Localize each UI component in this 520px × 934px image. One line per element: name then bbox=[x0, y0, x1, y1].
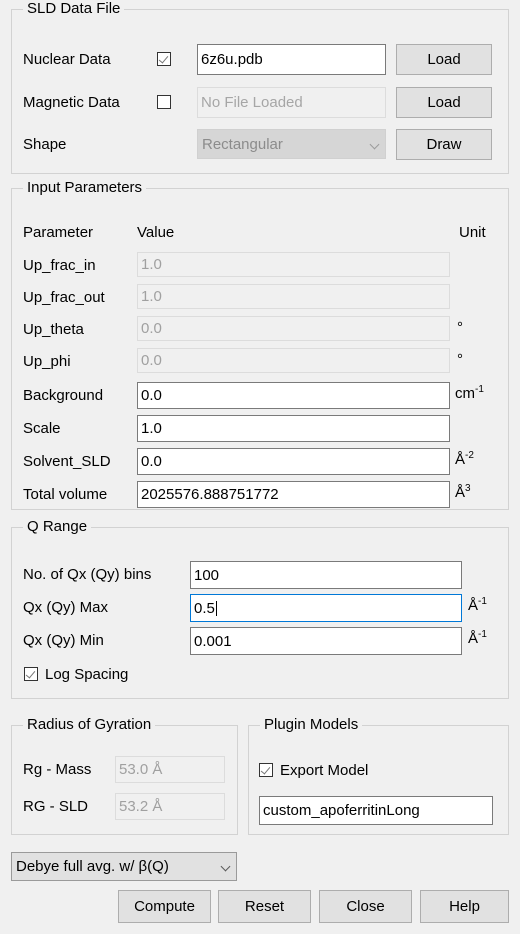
nuclear-data-value: 6z6u.pdb bbox=[201, 51, 263, 68]
param-value-background: 0.0 bbox=[141, 387, 162, 404]
param-value-up-frac-in: 1.0 bbox=[141, 256, 162, 273]
qx-max-unit: Å-1 bbox=[468, 596, 487, 615]
qx-max-input[interactable]: 0.5 bbox=[190, 594, 462, 622]
shape-label: Shape bbox=[23, 136, 67, 153]
param-input-up-theta[interactable]: 0.0 bbox=[137, 316, 450, 341]
help-button[interactable]: Help bbox=[420, 890, 509, 923]
q-range-title: Q Range bbox=[23, 518, 92, 536]
qx-max-value: 0.5 bbox=[194, 599, 215, 617]
param-label-up-frac-out: Up_frac_out bbox=[23, 289, 105, 306]
plugin-model-name-input[interactable]: custom_apoferritinLong bbox=[259, 796, 493, 825]
param-label-solvent-sld: Solvent_SLD bbox=[23, 453, 111, 470]
param-value-up-theta: 0.0 bbox=[141, 320, 162, 337]
radius-of-gyration-title: Radius of Gyration bbox=[23, 716, 156, 734]
plugin-models-title: Plugin Models bbox=[260, 716, 363, 734]
param-label-total-volume: Total volume bbox=[23, 486, 108, 503]
reset-button[interactable]: Reset bbox=[218, 890, 311, 923]
qx-min-unit: Å-1 bbox=[468, 629, 487, 648]
param-label-up-frac-in: Up_frac_in bbox=[23, 257, 96, 274]
param-unit-up-phi: ° bbox=[457, 351, 463, 368]
chevron-down-icon bbox=[370, 139, 381, 150]
param-input-up-frac-in[interactable]: 1.0 bbox=[137, 252, 450, 277]
sld-data-file-title: SLD Data File bbox=[23, 0, 125, 18]
param-label-background: Background bbox=[23, 387, 104, 404]
log-spacing-label: Log Spacing bbox=[45, 666, 129, 683]
qx-min-label: Qx (Qy) Min bbox=[23, 632, 104, 649]
qx-bins-value: 100 bbox=[194, 566, 220, 584]
column-header-parameter: Parameter bbox=[23, 224, 94, 241]
text-caret bbox=[215, 600, 217, 616]
qx-bins-input[interactable]: 100 bbox=[190, 561, 462, 589]
rg-sld-label: RG - SLD bbox=[23, 798, 89, 815]
magnetic-data-load-button[interactable]: Load bbox=[396, 87, 492, 118]
shape-dropdown[interactable]: Rectangular bbox=[197, 129, 386, 159]
param-value-solvent-sld: 0.0 bbox=[141, 453, 162, 470]
param-value-scale: 1.0 bbox=[141, 420, 162, 437]
magnetic-data-placeholder: No File Loaded bbox=[201, 94, 303, 111]
rg-mass-label: Rg - Mass bbox=[23, 761, 92, 778]
log-spacing-checkbox[interactable] bbox=[24, 667, 38, 681]
input-parameters-title: Input Parameters bbox=[23, 179, 147, 197]
qx-min-input[interactable]: 0.001 bbox=[190, 627, 462, 655]
param-label-scale: Scale bbox=[23, 420, 61, 437]
export-model-checkbox[interactable] bbox=[259, 763, 273, 777]
param-input-background[interactable]: 0.0 bbox=[137, 382, 450, 409]
qx-min-value: 0.001 bbox=[194, 632, 232, 650]
qx-max-label: Qx (Qy) Max bbox=[23, 599, 108, 616]
rg-sld-value: 53.2 Å bbox=[119, 798, 163, 815]
param-unit-solvent-sld: Å-2 bbox=[455, 450, 474, 469]
param-value-up-phi: 0.0 bbox=[141, 352, 162, 369]
nuclear-data-checkbox[interactable] bbox=[157, 52, 171, 66]
close-button[interactable]: Close bbox=[319, 890, 412, 923]
averaging-method-dropdown[interactable]: Debye full avg. w/ β(Q) bbox=[11, 852, 237, 881]
nuclear-data-label: Nuclear Data bbox=[23, 51, 111, 68]
nuclear-data-input[interactable]: 6z6u.pdb bbox=[197, 44, 386, 75]
qx-bins-label: No. of Qx (Qy) bins bbox=[23, 566, 152, 583]
rg-mass-input: 53.0 Å bbox=[115, 756, 225, 783]
param-input-solvent-sld[interactable]: 0.0 bbox=[137, 448, 450, 475]
param-label-up-phi: Up_phi bbox=[23, 353, 71, 370]
param-label-up-theta: Up_theta bbox=[23, 321, 84, 338]
param-unit-up-theta: ° bbox=[457, 319, 463, 336]
chevron-down-icon bbox=[221, 861, 232, 872]
export-model-label: Export Model bbox=[280, 762, 369, 779]
compute-button[interactable]: Compute bbox=[118, 890, 211, 923]
shape-draw-button[interactable]: Draw bbox=[396, 129, 492, 160]
averaging-method-value: Debye full avg. w/ β(Q) bbox=[16, 858, 169, 875]
param-value-total-volume: 2025576.888751772 bbox=[141, 486, 279, 503]
column-header-unit: Unit bbox=[459, 224, 486, 241]
rg-sld-input: 53.2 Å bbox=[115, 793, 225, 820]
param-value-up-frac-out: 1.0 bbox=[141, 288, 162, 305]
column-header-value: Value bbox=[137, 224, 175, 241]
param-input-up-frac-out[interactable]: 1.0 bbox=[137, 284, 450, 309]
param-input-up-phi[interactable]: 0.0 bbox=[137, 348, 450, 373]
nuclear-data-load-button[interactable]: Load bbox=[396, 44, 492, 75]
param-unit-total-volume: Å3 bbox=[455, 483, 471, 502]
param-input-total-volume[interactable]: 2025576.888751772 bbox=[137, 481, 450, 508]
magnetic-data-label: Magnetic Data bbox=[23, 94, 120, 111]
param-input-scale[interactable]: 1.0 bbox=[137, 415, 450, 442]
shape-value: Rectangular bbox=[202, 135, 283, 153]
magnetic-data-checkbox[interactable] bbox=[157, 95, 171, 109]
plugin-model-name-value: custom_apoferritinLong bbox=[263, 802, 420, 819]
param-unit-background: cm-1 bbox=[455, 384, 484, 403]
rg-mass-value: 53.0 Å bbox=[119, 761, 163, 778]
magnetic-data-input[interactable]: No File Loaded bbox=[197, 87, 386, 118]
